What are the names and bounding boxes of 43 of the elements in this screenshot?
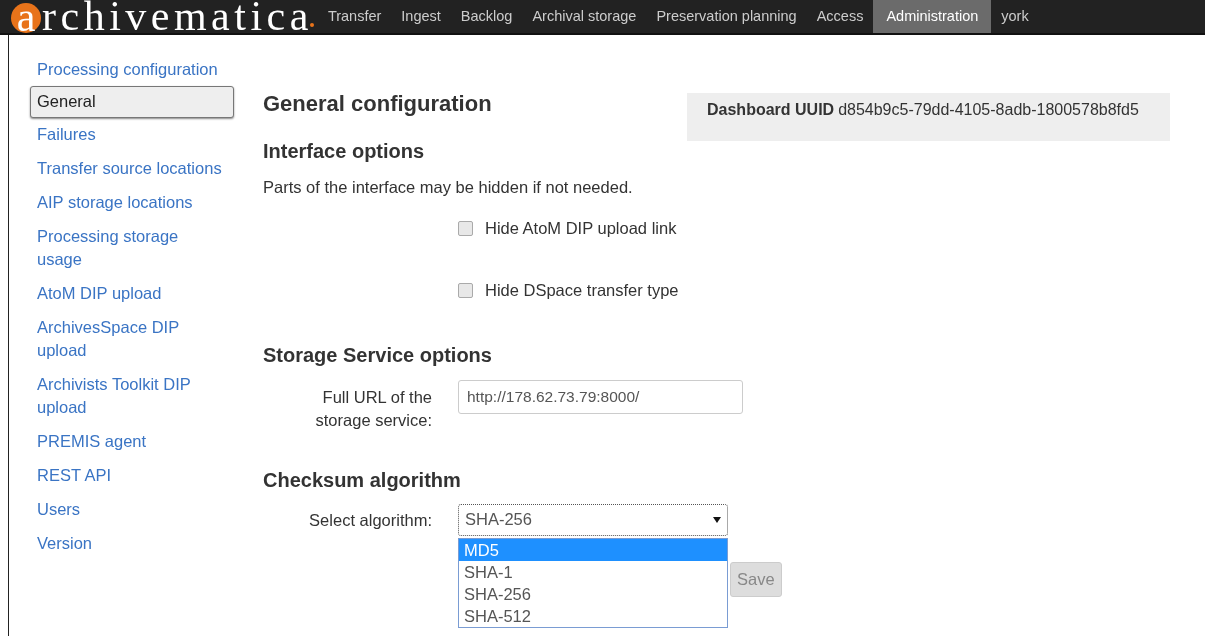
dot-icon xyxy=(309,23,314,27)
dropdown-option[interactable]: SHA-256 xyxy=(459,582,727,605)
field-label: Select algorithm: xyxy=(308,509,432,531)
sidebar-item[interactable]: Processing storage usage xyxy=(37,219,227,277)
caret-icon xyxy=(713,516,721,523)
checkbox[interactable] xyxy=(458,221,473,236)
logo-text[interactable]: rchivematica xyxy=(41,0,313,33)
dropdown-option[interactable]: SHA-512 xyxy=(459,604,727,627)
sidebar-item[interactable]: Archivists Toolkit DIP upload xyxy=(37,367,227,425)
dropdown-option[interactable]: MD5 xyxy=(459,538,727,561)
sidebar-item[interactable]: Failures xyxy=(37,117,227,152)
page-title: General configuration xyxy=(263,90,493,117)
nav-tab[interactable]: Administration xyxy=(873,0,992,33)
dropdown-option[interactable]: SHA-1 xyxy=(459,560,727,583)
sidebar-item[interactable]: Processing configuration xyxy=(37,52,227,86)
sidebar-item[interactable]: General xyxy=(30,86,234,118)
sidebar-item[interactable]: Users xyxy=(37,492,227,527)
sidebar-item[interactable]: REST API xyxy=(37,458,227,493)
sidebar-item[interactable]: Version xyxy=(37,526,227,561)
section-heading: Checksum algorithm xyxy=(263,467,462,492)
nav-tab[interactable]: york xyxy=(991,0,1039,33)
nav-tab[interactable]: Preservation planning xyxy=(646,0,807,33)
sidebar-item[interactable]: PREMIS agent xyxy=(37,424,227,459)
dashboard-uuid-label: Dashboard UUID xyxy=(707,101,835,118)
section-heading: Storage Service options xyxy=(263,342,493,367)
checkbox[interactable] xyxy=(458,283,473,298)
checkbox-label: Hide DSpace transfer type xyxy=(485,281,679,300)
sidebar-item[interactable]: AtoM DIP upload xyxy=(37,276,227,311)
url-input-field[interactable]: http://178.62.73.79:8000/ xyxy=(458,379,743,414)
nav-tab[interactable]: Archival storage xyxy=(522,0,647,33)
dashboard-uuid-value: d854b9c5-79dd-4105-8adb-1800578b8fd5 xyxy=(838,101,1139,118)
logo-mark[interactable]: a xyxy=(11,3,41,33)
checkbox-label: Hide AtoM DIP upload link xyxy=(485,219,677,238)
nav-tab[interactable]: Ingest xyxy=(391,0,451,33)
nav-tab[interactable]: Backlog xyxy=(450,0,523,33)
nav-tab[interactable]: Transfer xyxy=(317,0,392,33)
help-text: Parts of the interface may be hidden if not needed. xyxy=(263,176,634,198)
field-label: Full URL of the storage service: xyxy=(314,386,432,431)
nav-tab[interactable]: Access xyxy=(806,0,874,33)
sidebar-item[interactable]: ArchivesSpace DIP upload xyxy=(37,310,227,368)
sidebar-item[interactable]: AIP storage locations xyxy=(37,185,227,220)
section-heading: Interface options xyxy=(263,138,426,163)
sidebar-item[interactable]: Transfer source locations xyxy=(37,151,227,186)
